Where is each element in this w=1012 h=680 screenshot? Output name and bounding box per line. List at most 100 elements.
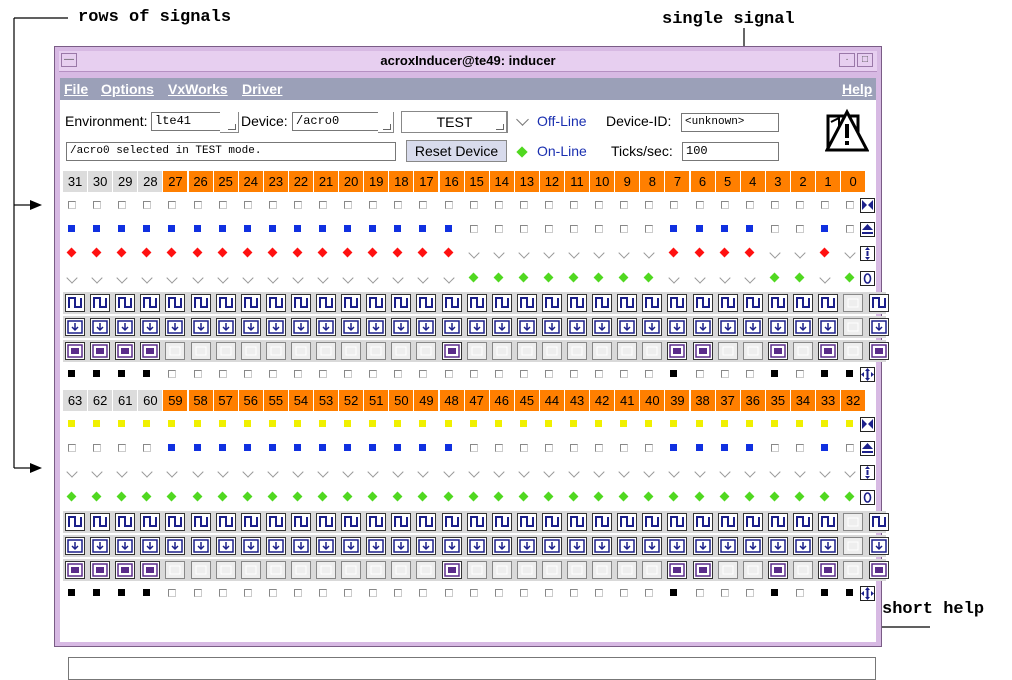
signal-green-diamond[interactable] bbox=[668, 491, 679, 502]
signal-black-marker[interactable] bbox=[93, 370, 101, 378]
group-pulse-button[interactable] bbox=[869, 512, 890, 531]
signal-red-diamond[interactable] bbox=[267, 247, 278, 258]
signal-blue-marker[interactable] bbox=[444, 225, 452, 233]
signal-blue-marker[interactable] bbox=[319, 225, 326, 233]
signal-green-diamond[interactable] bbox=[593, 272, 604, 283]
signal-blue-marker[interactable] bbox=[444, 444, 452, 452]
signal-chevron[interactable] bbox=[744, 271, 756, 284]
signal-green-diamond[interactable] bbox=[543, 491, 554, 502]
signal-pulse-button[interactable] bbox=[416, 293, 437, 312]
signal-square-button[interactable] bbox=[541, 561, 562, 580]
signal-checkbox[interactable] bbox=[695, 370, 704, 379]
signal-checkbox[interactable] bbox=[419, 201, 428, 209]
signal-pulse-button[interactable] bbox=[165, 512, 186, 531]
signal-chevron[interactable] bbox=[116, 271, 128, 284]
signal-pulse-button[interactable] bbox=[541, 512, 562, 531]
signal-chevron[interactable] bbox=[141, 466, 153, 479]
signal-blue-marker[interactable] bbox=[268, 225, 276, 233]
signal-black-marker[interactable] bbox=[770, 370, 778, 378]
signal-green-diamond[interactable] bbox=[618, 272, 629, 283]
signal-checkbox[interactable] bbox=[645, 444, 654, 453]
signal-square-button[interactable] bbox=[416, 342, 437, 361]
signal-checkbox[interactable] bbox=[293, 589, 302, 598]
signal-yellow-marker[interactable] bbox=[168, 420, 176, 427]
signal-square-button[interactable] bbox=[567, 561, 587, 580]
signal-square-button[interactable] bbox=[617, 561, 638, 580]
signal-blue-marker[interactable] bbox=[268, 444, 276, 452]
signal-checkbox[interactable] bbox=[469, 201, 478, 209]
signal-pulse-button[interactable] bbox=[717, 512, 738, 531]
signal-checkbox[interactable] bbox=[544, 225, 553, 234]
signal-green-diamond[interactable] bbox=[719, 491, 730, 502]
signal-green-diamond[interactable] bbox=[267, 491, 278, 502]
signal-arrow-button[interactable] bbox=[290, 537, 311, 555]
signal-checkbox[interactable] bbox=[745, 589, 754, 598]
signal-red-diamond[interactable] bbox=[719, 247, 730, 258]
signal-chevron[interactable] bbox=[718, 466, 731, 479]
signal-chevron[interactable] bbox=[417, 271, 430, 284]
signal-chevron[interactable] bbox=[267, 466, 279, 479]
signal-square-button[interactable] bbox=[692, 561, 713, 580]
signal-square-button[interactable] bbox=[90, 561, 111, 580]
signal-checkbox[interactable] bbox=[369, 589, 378, 598]
signal-yellow-marker[interactable] bbox=[444, 420, 452, 427]
signal-square-button[interactable] bbox=[65, 342, 85, 361]
signal-chevron[interactable] bbox=[568, 247, 580, 260]
signal-checkbox[interactable] bbox=[570, 201, 578, 209]
signal-square-button[interactable] bbox=[466, 342, 487, 361]
signal-arrow-button[interactable] bbox=[240, 537, 261, 555]
signal-blue-marker[interactable] bbox=[821, 444, 828, 452]
signal-arrow-button[interactable] bbox=[341, 537, 362, 555]
signal-red-diamond[interactable] bbox=[668, 247, 679, 258]
signal-square-button[interactable] bbox=[265, 342, 286, 361]
signal-green-diamond[interactable] bbox=[518, 272, 529, 283]
signal-chevron[interactable] bbox=[844, 247, 856, 260]
signal-chevron[interactable] bbox=[643, 247, 655, 260]
signal-arrow-button[interactable] bbox=[667, 537, 688, 555]
signal-square-button[interactable] bbox=[742, 342, 763, 361]
signal-chevron[interactable] bbox=[693, 271, 706, 284]
signal-blue-marker[interactable] bbox=[243, 225, 251, 233]
signal-green-diamond[interactable] bbox=[91, 491, 102, 502]
signal-chevron[interactable] bbox=[442, 466, 455, 479]
signal-checkbox[interactable] bbox=[620, 225, 629, 234]
signal-checkbox[interactable] bbox=[795, 225, 804, 234]
signal-arrow-button[interactable] bbox=[667, 318, 688, 336]
signal-pulse-button[interactable] bbox=[843, 512, 864, 531]
signal-arrow-button[interactable] bbox=[65, 318, 85, 336]
signal-green-diamond[interactable] bbox=[116, 491, 127, 502]
signal-pulse-button[interactable] bbox=[567, 293, 587, 312]
group-arrow-button[interactable] bbox=[869, 537, 890, 555]
signal-square-button[interactable] bbox=[767, 342, 788, 361]
signal-pulse-button[interactable] bbox=[742, 293, 763, 312]
signal-pulse-button[interactable] bbox=[190, 293, 211, 312]
signal-arrow-button[interactable] bbox=[416, 537, 437, 555]
signal-green-diamond[interactable] bbox=[367, 491, 378, 502]
signal-checkbox[interactable] bbox=[519, 589, 528, 598]
signal-yellow-marker[interactable] bbox=[319, 420, 326, 427]
signal-checkbox[interactable] bbox=[745, 370, 754, 379]
signal-checkbox[interactable] bbox=[645, 225, 654, 234]
signal-blue-marker[interactable] bbox=[143, 225, 151, 233]
menu-driver[interactable]: Driver bbox=[242, 81, 282, 97]
signal-blue-marker[interactable] bbox=[394, 444, 402, 452]
signal-arrow-button[interactable] bbox=[190, 537, 211, 555]
signal-square-button[interactable] bbox=[366, 342, 387, 361]
signal-arrow-button[interactable] bbox=[140, 318, 161, 336]
signal-green-diamond[interactable] bbox=[618, 491, 629, 502]
signal-black-marker[interactable] bbox=[118, 370, 126, 378]
down-up-icon[interactable] bbox=[860, 198, 876, 213]
signal-square-button[interactable] bbox=[215, 561, 236, 580]
signal-pulse-button[interactable] bbox=[516, 293, 537, 312]
signal-chevron[interactable] bbox=[242, 466, 254, 479]
signal-arrow-button[interactable] bbox=[742, 537, 763, 555]
signal-blue-marker[interactable] bbox=[344, 225, 352, 233]
signal-blue-marker[interactable] bbox=[68, 225, 75, 233]
signal-chevron[interactable] bbox=[116, 466, 128, 479]
signal-red-diamond[interactable] bbox=[66, 247, 77, 258]
signal-black-marker[interactable] bbox=[670, 589, 678, 597]
signal-red-diamond[interactable] bbox=[91, 247, 102, 258]
signal-checkbox[interactable] bbox=[695, 589, 704, 598]
signal-checkbox[interactable] bbox=[243, 201, 252, 209]
signal-green-diamond[interactable] bbox=[166, 491, 177, 502]
